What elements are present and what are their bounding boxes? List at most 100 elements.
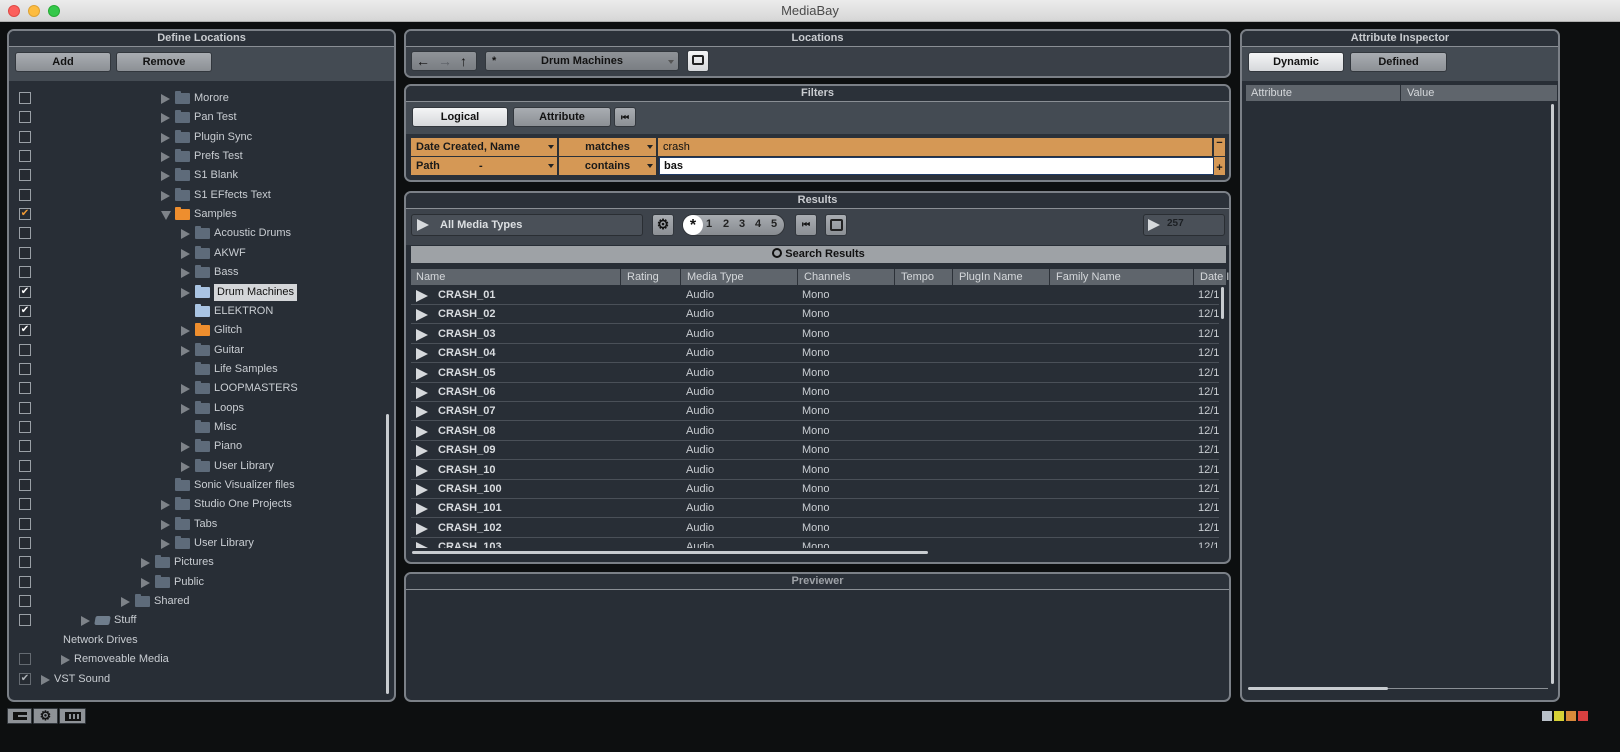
expand-arrow-icon[interactable] bbox=[161, 113, 170, 124]
expand-arrow-icon[interactable] bbox=[81, 616, 90, 627]
location-checkbox[interactable] bbox=[19, 92, 31, 104]
play-preview-icon[interactable] bbox=[416, 464, 428, 477]
location-checkbox[interactable] bbox=[19, 111, 31, 124]
result-row[interactable]: CRASH_102 Audio Mono 12/1 bbox=[411, 519, 1219, 538]
reset-results-button[interactable]: ⏮ bbox=[795, 214, 817, 236]
tree-item[interactable]: S1 Blank bbox=[9, 166, 380, 185]
expand-arrow-icon[interactable] bbox=[161, 132, 170, 143]
filter-field-dropdown-2[interactable]: Path - bbox=[411, 157, 558, 175]
value-column-header[interactable]: Value bbox=[1402, 85, 1557, 101]
location-checkbox[interactable] bbox=[19, 595, 31, 608]
attribute-vscrollbar[interactable] bbox=[1551, 104, 1554, 684]
forward-icon[interactable]: → bbox=[438, 52, 452, 70]
result-row[interactable]: CRASH_101 Audio Mono 12/1 bbox=[411, 499, 1219, 519]
tree-item[interactable]: Tabs bbox=[9, 515, 380, 534]
filter-value-input-1[interactable]: crash bbox=[658, 138, 1213, 156]
play-preview-icon[interactable] bbox=[416, 290, 428, 302]
tree-item[interactable]: LOOPMASTERS bbox=[9, 379, 380, 398]
tree-item[interactable]: Stuff bbox=[9, 611, 380, 630]
column-header[interactable]: Channels bbox=[799, 269, 895, 285]
column-header[interactable]: Family Name bbox=[1051, 269, 1194, 285]
expand-arrow-icon[interactable] bbox=[41, 674, 50, 685]
result-row[interactable]: CRASH_05 Audio Mono 12/1 bbox=[411, 364, 1219, 383]
play-preview-icon[interactable] bbox=[416, 387, 428, 399]
tree-item[interactable]: Sonic Visualizer files bbox=[9, 476, 380, 495]
attribute-hscrollbar[interactable] bbox=[1248, 687, 1388, 690]
tree-item[interactable]: Life Samples bbox=[9, 360, 380, 379]
expand-arrow-icon[interactable] bbox=[181, 248, 190, 259]
search-results-field[interactable]: Search Results bbox=[411, 246, 1226, 263]
dynamic-tab[interactable]: Dynamic bbox=[1248, 52, 1344, 72]
rating-4[interactable]: 4 bbox=[755, 218, 761, 230]
tree-item[interactable]: Prefs Test bbox=[9, 147, 380, 166]
location-checkbox[interactable]: ✔ bbox=[19, 304, 31, 317]
tree-item[interactable]: Network Drives bbox=[9, 631, 380, 650]
filter-value-input-2[interactable]: bas bbox=[659, 157, 1214, 175]
tree-item[interactable]: S1 EFfects Text bbox=[9, 186, 380, 205]
expand-arrow-icon[interactable] bbox=[161, 171, 170, 182]
column-header[interactable]: Tempo bbox=[896, 269, 953, 285]
expand-arrow-icon[interactable] bbox=[181, 403, 190, 414]
remove-button[interactable]: Remove bbox=[116, 52, 212, 72]
play-preview-icon[interactable] bbox=[416, 425, 428, 438]
tree-item[interactable]: Shared bbox=[9, 592, 380, 611]
tree-item[interactable]: Pictures bbox=[9, 553, 380, 572]
location-checkbox[interactable]: ✔ bbox=[19, 672, 31, 685]
location-checkbox[interactable] bbox=[19, 575, 31, 588]
result-row[interactable]: CRASH_10 Audio Mono 12/1 bbox=[411, 461, 1219, 480]
expand-arrow-icon[interactable] bbox=[141, 577, 150, 588]
expand-arrow-icon[interactable] bbox=[161, 152, 170, 163]
filter-field-dropdown-1[interactable]: Date Created, Name bbox=[411, 138, 558, 156]
results-vscrollbar[interactable] bbox=[1221, 287, 1224, 319]
location-checkbox[interactable]: ✔ bbox=[19, 208, 31, 221]
expand-arrow-icon[interactable] bbox=[181, 461, 190, 472]
tree-item[interactable]: Guitar bbox=[9, 341, 380, 360]
minimize-window-button[interactable] bbox=[28, 5, 40, 17]
up-icon[interactable]: ↑ bbox=[460, 52, 467, 70]
rating-all[interactable]: * bbox=[683, 215, 703, 235]
location-checkbox[interactable] bbox=[19, 498, 31, 511]
location-checkbox[interactable] bbox=[19, 169, 31, 182]
tree-item[interactable]: Loops bbox=[9, 399, 380, 418]
remove-filter-button[interactable]: − bbox=[1214, 138, 1226, 156]
play-preview-icon[interactable] bbox=[416, 484, 428, 496]
attribute-column-header[interactable]: Attribute bbox=[1246, 85, 1401, 101]
defined-tab[interactable]: Defined bbox=[1350, 52, 1447, 72]
play-preview-icon[interactable] bbox=[416, 309, 428, 322]
expand-arrow-icon[interactable] bbox=[161, 500, 170, 511]
result-row[interactable]: CRASH_03 Audio Mono 12/1 bbox=[411, 325, 1219, 344]
tree-item[interactable]: Bass bbox=[9, 263, 380, 282]
expand-arrow-icon[interactable] bbox=[181, 345, 190, 356]
expand-arrow-icon[interactable] bbox=[161, 94, 170, 104]
tree-item[interactable]: Studio One Projects bbox=[9, 495, 380, 514]
color-swatch[interactable] bbox=[1554, 711, 1564, 721]
result-row[interactable]: CRASH_07 Audio Mono 12/1 bbox=[411, 402, 1219, 422]
expand-arrow-icon[interactable] bbox=[161, 190, 170, 201]
reset-filters-button[interactable]: ⏮ bbox=[614, 107, 636, 127]
expand-arrow-icon[interactable] bbox=[181, 268, 190, 279]
result-row[interactable]: CRASH_04 Audio Mono 12/1 bbox=[411, 344, 1219, 364]
tree-item[interactable]: Morore bbox=[9, 89, 380, 108]
shuffle-results-button[interactable] bbox=[825, 214, 847, 236]
color-swatch[interactable] bbox=[1542, 711, 1552, 721]
location-checkbox[interactable] bbox=[19, 382, 31, 395]
rating-filter[interactable]: * 1 2 3 4 5 bbox=[682, 214, 785, 236]
tree-item[interactable]: ✔ VST Sound bbox=[9, 670, 380, 689]
column-header[interactable]: Media Type bbox=[682, 269, 798, 285]
location-checkbox[interactable] bbox=[19, 246, 31, 259]
expand-arrow-icon[interactable] bbox=[181, 229, 190, 240]
play-preview-icon[interactable] bbox=[416, 406, 428, 419]
expand-arrow-icon[interactable] bbox=[161, 519, 170, 530]
layout-toggle-button[interactable] bbox=[7, 708, 32, 724]
back-icon[interactable]: ← bbox=[416, 52, 430, 70]
column-header[interactable]: PlugIn Name bbox=[954, 269, 1050, 285]
rating-2[interactable]: 2 bbox=[723, 218, 729, 230]
location-checkbox[interactable]: ✔ bbox=[19, 285, 31, 298]
result-row[interactable]: CRASH_100 Audio Mono 12/1 bbox=[411, 480, 1219, 499]
results-hscrollbar[interactable] bbox=[412, 551, 928, 554]
result-row[interactable]: CRASH_103 Audio Mono 12/1 bbox=[411, 538, 1219, 548]
tree-item[interactable]: Pan Test bbox=[9, 108, 380, 127]
tree-scrollbar[interactable] bbox=[386, 414, 389, 694]
expand-arrow-icon[interactable] bbox=[181, 442, 190, 453]
play-preview-icon[interactable] bbox=[416, 348, 428, 361]
